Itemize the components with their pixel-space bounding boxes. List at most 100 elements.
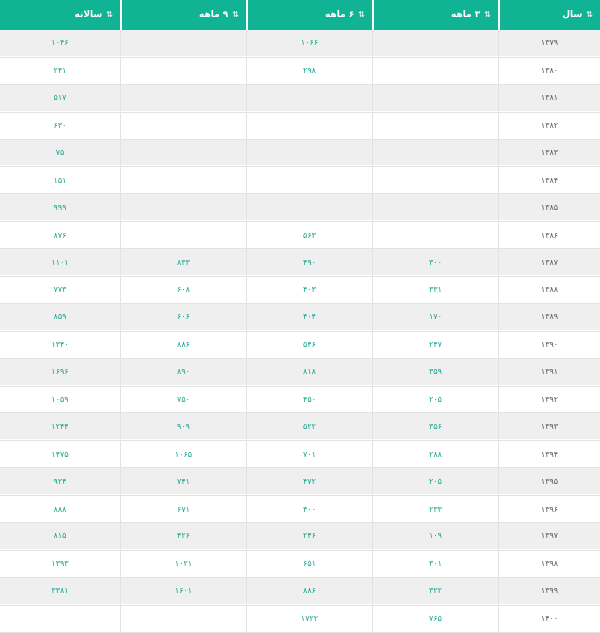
cell-6-month: ۶۵۱	[246, 549, 372, 578]
cell-6-month	[246, 166, 372, 195]
table-row: ۱۳۹۳ ۳۵۶ ۵۲۲ ۹۰۹ ۱۲۴۴	[0, 413, 600, 441]
column-header-label: ۶ ماهه	[325, 10, 355, 20]
table-header-row: ⇅سال ⇅۳ ماهه ⇅۶ ماهه ⇅۹ ماهه ⇅سالانه	[0, 0, 600, 30]
sort-arrows-icon: ⇅	[358, 10, 365, 19]
column-header-label: سالانه	[74, 10, 103, 20]
cell-annual: ۸۵۹	[0, 303, 120, 331]
cell-9-month: ۶۰۶	[120, 303, 246, 331]
cell-annual: ۳۳۸۱	[0, 577, 120, 605]
column-header-annual[interactable]: ⇅سالانه	[0, 0, 120, 30]
sort-arrows-icon: ⇅	[484, 10, 491, 19]
cell-3-month	[372, 221, 498, 250]
cell-3-month: ۲۰۵	[372, 468, 498, 496]
sort-arrows-icon: ⇅	[232, 10, 239, 19]
cell-3-month: ۳۵۶	[372, 413, 498, 441]
cell-6-month: ۲۴۶	[246, 523, 372, 550]
cell-9-month: ۴۲۶	[120, 523, 246, 550]
cell-9-month	[120, 30, 246, 57]
cell-year: ۱۳۸۸	[498, 276, 600, 304]
cell-6-month: ۴۵۰	[246, 385, 372, 414]
cell-6-month: ۸۱۸	[246, 358, 372, 386]
cell-annual: ۱۰۴۶	[0, 30, 120, 57]
cell-year: ۱۳۸۷	[498, 249, 600, 277]
cell-annual: ۱۱۰۱	[0, 249, 120, 277]
cell-annual: ۸۱۵	[0, 523, 120, 550]
cell-3-month: ۲۰۵	[372, 385, 498, 414]
table-row: ۱۳۸۸ ۳۳۱ ۴۰۳ ۶۰۸ ۷۷۳	[0, 276, 600, 304]
cell-9-month	[120, 221, 246, 250]
cell-annual: ۹۲۴	[0, 468, 120, 496]
cell-9-month: ۸۹۰	[120, 358, 246, 386]
table-row: ۱۳۸۹ ۱۷۰ ۴۰۴ ۶۰۶ ۸۵۹	[0, 303, 600, 331]
cell-3-month	[372, 30, 498, 57]
cell-annual: ۱۲۴۴	[0, 413, 120, 441]
cell-year: ۱۳۹۲	[498, 385, 600, 414]
cell-3-month	[372, 56, 498, 85]
cell-6-month	[246, 84, 372, 112]
cell-annual: ۸۸۸	[0, 495, 120, 524]
column-header-9-month[interactable]: ⇅۹ ماهه	[120, 0, 246, 30]
table-row: ۱۳۷۹ ۱۰۶۶ ۱۰۴۶	[0, 30, 600, 57]
cell-year: ۱۳۹۸	[498, 549, 600, 578]
cell-6-month: ۴۹۰	[246, 249, 372, 277]
table-row: ۱۳۸۳ ۷۵	[0, 139, 600, 167]
sort-arrows-icon: ⇅	[586, 10, 593, 19]
data-table-container: ⇅سال ⇅۳ ماهه ⇅۶ ماهه ⇅۹ ماهه ⇅سالانه ۱۳۷…	[0, 0, 600, 633]
cell-6-month: ۷۰۱	[246, 440, 372, 469]
cell-annual: ۸۷۶	[0, 221, 120, 250]
cell-9-month: ۶۰۸	[120, 276, 246, 304]
cell-3-month: ۳۰۱	[372, 549, 498, 578]
cell-6-month	[246, 194, 372, 222]
cell-year: ۱۳۸۰	[498, 56, 600, 85]
cell-3-month	[372, 139, 498, 167]
column-header-6-month[interactable]: ⇅۶ ماهه	[246, 0, 372, 30]
table-row: ۱۳۹۵ ۲۰۵ ۴۷۲ ۷۴۱ ۹۲۴	[0, 468, 600, 496]
data-table: ⇅سال ⇅۳ ماهه ⇅۶ ماهه ⇅۹ ماهه ⇅سالانه ۱۳۷…	[0, 0, 600, 633]
cell-annual: ۱۶۹۶	[0, 358, 120, 386]
cell-6-month: ۵۲۲	[246, 413, 372, 441]
table-row: ۱۳۸۶ ۵۶۳ ۸۷۶	[0, 221, 600, 250]
table-row: ۱۳۸۰ ۲۹۸ ۲۴۱	[0, 56, 600, 85]
cell-year: ۱۳۹۴	[498, 440, 600, 469]
cell-9-month: ۷۴۱	[120, 468, 246, 496]
sort-arrows-icon: ⇅	[106, 10, 113, 19]
cell-year: ۱۳۸۱	[498, 84, 600, 112]
column-header-year[interactable]: ⇅سال	[498, 0, 600, 30]
cell-3-month	[372, 111, 498, 140]
column-header-label: سال	[562, 10, 583, 20]
cell-year: ۱۳۸۴	[498, 166, 600, 195]
cell-year: ۱۳۷۹	[498, 30, 600, 57]
column-header-3-month[interactable]: ⇅۳ ماهه	[372, 0, 498, 30]
cell-year: ۱۳۸۲	[498, 111, 600, 140]
cell-9-month	[120, 111, 246, 140]
table-row: ۱۳۹۱ ۳۵۹ ۸۱۸ ۸۹۰ ۱۶۹۶	[0, 358, 600, 386]
cell-annual: ۱۳۴۰	[0, 330, 120, 359]
cell-9-month	[120, 84, 246, 112]
table-row: ۱۳۹۲ ۲۰۵ ۴۵۰ ۷۵۰ ۱۰۵۹	[0, 385, 600, 414]
table-row: ۱۳۹۷ ۱۰۹ ۲۴۶ ۴۲۶ ۸۱۵	[0, 523, 600, 550]
cell-year: ۱۳۹۹	[498, 577, 600, 605]
cell-9-month: ۸۳۳	[120, 249, 246, 277]
cell-9-month	[120, 166, 246, 195]
column-header-label: ۹ ماهه	[199, 10, 229, 20]
cell-9-month	[120, 604, 246, 633]
table-row: ۱۳۸۵ ۹۹۹	[0, 194, 600, 222]
cell-6-month: ۴۰۳	[246, 276, 372, 304]
cell-6-month: ۴۰۴	[246, 303, 372, 331]
table-row: ۱۳۹۰ ۲۴۷ ۵۴۶ ۸۸۶ ۱۳۴۰	[0, 330, 600, 359]
cell-6-month	[246, 111, 372, 140]
cell-year: ۱۳۸۶	[498, 221, 600, 250]
cell-6-month: ۱۷۲۲	[246, 604, 372, 633]
cell-3-month: ۲۴۷	[372, 330, 498, 359]
cell-3-month: ۷۶۵	[372, 604, 498, 633]
cell-annual: ۵۱۷	[0, 84, 120, 112]
table-row: ۱۳۹۹ ۳۲۲ ۸۸۶ ۱۶۰۱ ۳۳۸۱	[0, 577, 600, 605]
table-row: ۱۳۸۲ ۶۳۰	[0, 111, 600, 140]
cell-annual: ۶۳۰	[0, 111, 120, 140]
cell-3-month: ۲۳۳	[372, 495, 498, 524]
cell-9-month: ۱۰۲۱	[120, 549, 246, 578]
table-row: ۱۴۰۰ ۷۶۵ ۱۷۲۲	[0, 604, 600, 633]
cell-3-month: ۳۰۰	[372, 249, 498, 277]
table-row: ۱۳۹۴ ۲۸۸ ۷۰۱ ۱۰۶۵ ۱۴۷۵	[0, 440, 600, 469]
cell-6-month: ۴۰۰	[246, 495, 372, 524]
